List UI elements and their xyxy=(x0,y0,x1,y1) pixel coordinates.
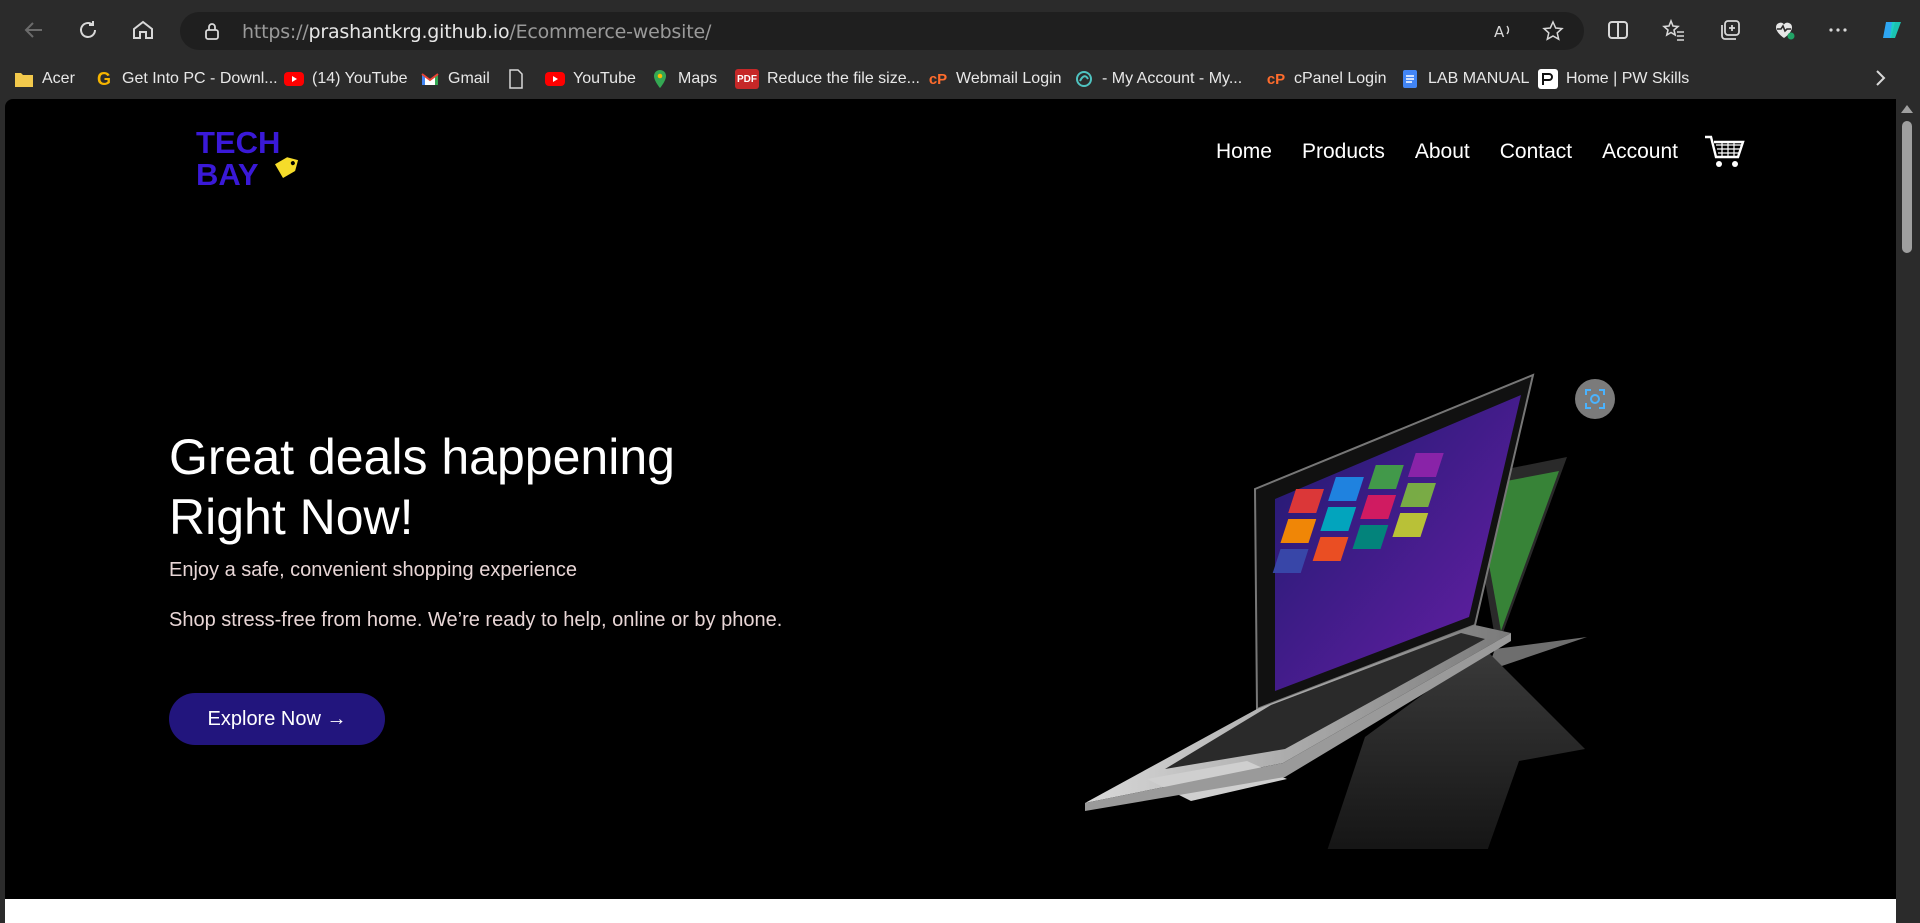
favorites-button[interactable] xyxy=(1656,12,1692,48)
bookmark-lab-manual[interactable]: LAB MANUAL xyxy=(1400,66,1529,92)
nav-contact[interactable]: Contact xyxy=(1500,140,1572,164)
bookmark-page[interactable] xyxy=(506,66,534,92)
bookmark-label: Webmail Login xyxy=(956,70,1062,87)
home-icon xyxy=(133,20,153,39)
url-text[interactable]: https://prashantkrg.github.io/Ecommerce-… xyxy=(242,21,711,43)
split-screen-button[interactable] xyxy=(1600,12,1636,48)
hero-title: Great deals happening Right Now! xyxy=(169,427,869,547)
visual-search-icon xyxy=(1585,389,1605,409)
copilot-icon xyxy=(1883,22,1901,38)
url-host: prashantkrg.github.io xyxy=(308,21,510,43)
bookmark-label: cPanel Login xyxy=(1294,70,1387,87)
maps-icon xyxy=(650,69,670,89)
lock-icon[interactable] xyxy=(202,21,222,41)
back-button[interactable] xyxy=(16,12,52,48)
account-icon xyxy=(1074,69,1094,89)
hero-subtitle: Enjoy a safe, convenient shopping experi… xyxy=(169,559,578,581)
collections-icon xyxy=(1721,20,1740,40)
bookmark-label: Maps xyxy=(678,70,718,87)
nav-home[interactable]: Home xyxy=(1216,140,1272,164)
bookmark-youtube[interactable]: YouTube xyxy=(545,66,636,92)
refresh-button[interactable] xyxy=(70,12,106,48)
favorites-list-icon xyxy=(1662,18,1684,41)
scroll-up-icon[interactable] xyxy=(1901,105,1913,113)
nav-about[interactable]: About xyxy=(1415,140,1470,164)
split-screen-icon xyxy=(1608,21,1628,39)
explore-now-button[interactable]: Explore Now → xyxy=(169,693,385,745)
bookmark-label: LAB MANUAL xyxy=(1428,70,1530,87)
scroll-thumb[interactable] xyxy=(1902,121,1912,253)
hero-title-line1: Great deals happening xyxy=(169,429,675,485)
nav-account[interactable]: Account xyxy=(1602,140,1678,164)
bookmark-pw-skills[interactable]: Home | PW Skills xyxy=(1538,66,1689,92)
chevron-right-icon[interactable] xyxy=(1868,66,1892,90)
cpanel-icon: cP xyxy=(1266,70,1286,88)
logo-line2: BAY xyxy=(196,157,259,192)
pdf-icon: PDF xyxy=(735,69,759,89)
hero-description: Shop stress-free from home. We’re ready … xyxy=(169,609,783,631)
read-aloud-icon[interactable]: A xyxy=(1492,20,1514,42)
visual-search-button[interactable] xyxy=(1575,379,1615,419)
browser-toolbar: https://prashantkrg.github.io/Ecommerce-… xyxy=(0,0,1920,62)
heart-pulse-icon xyxy=(1776,22,1795,40)
youtube-icon xyxy=(284,69,304,89)
main-nav: Home Products About Contact Account xyxy=(1186,133,1746,171)
more-dots-icon xyxy=(1829,28,1847,32)
site-logo[interactable]: TECH BAY xyxy=(192,123,302,193)
bookmark-label: Gmail xyxy=(448,70,490,87)
bookmark-label: (14) YouTube xyxy=(312,70,408,87)
collections-button[interactable] xyxy=(1712,12,1748,48)
favorite-star-icon[interactable] xyxy=(1542,20,1564,42)
browser-essentials-button[interactable] xyxy=(1766,12,1802,48)
bookmark-acer[interactable]: Acer xyxy=(14,66,75,92)
next-section-edge xyxy=(5,899,1896,923)
bookmark-label: Reduce the file size... xyxy=(767,70,920,87)
bookmark-label: Get Into PC - Downl... xyxy=(122,70,278,87)
bookmark-get-into-pc[interactable]: G Get Into PC - Downl... xyxy=(94,66,278,92)
home-button[interactable] xyxy=(125,12,161,48)
cpanel-icon: cP xyxy=(928,70,948,88)
youtube-icon xyxy=(545,69,565,89)
settings-more-button[interactable] xyxy=(1820,12,1856,48)
copilot-button[interactable] xyxy=(1874,12,1910,48)
cart-icon[interactable] xyxy=(1704,133,1746,171)
folder-icon xyxy=(14,69,34,89)
bookmark-label: - My Account - My... xyxy=(1102,70,1243,87)
hero-title-line2: Right Now! xyxy=(169,489,414,545)
bookmark-youtube-14[interactable]: (14) YouTube xyxy=(284,66,407,92)
bookmark-label: Acer xyxy=(42,70,75,87)
nav-products[interactable]: Products xyxy=(1302,140,1385,164)
page-scrollbar[interactable] xyxy=(1896,99,1920,923)
bookmark-gmail[interactable]: Gmail xyxy=(420,66,490,92)
laptop-hero-image xyxy=(1085,373,1587,849)
browser-window: https://prashantkrg.github.io/Ecommerce-… xyxy=(0,0,1920,923)
page-viewport: TECH BAY Home Products About Contact Acc… xyxy=(5,99,1896,923)
svg-text:A: A xyxy=(1494,23,1505,41)
bookmark-cpanel-login[interactable]: cP cPanel Login xyxy=(1266,66,1387,92)
g-icon: G xyxy=(96,68,111,89)
bookmark-label: Home | PW Skills xyxy=(1566,70,1690,87)
pwskills-icon xyxy=(1538,69,1558,89)
gmail-icon xyxy=(420,69,440,89)
address-bar[interactable]: https://prashantkrg.github.io/Ecommerce-… xyxy=(180,12,1584,50)
url-prefix: https:// xyxy=(242,21,309,43)
page-icon xyxy=(506,69,526,89)
docs-icon xyxy=(1400,69,1420,89)
back-arrow-icon xyxy=(24,22,42,38)
bookmarks-bar: Acer G Get Into PC - Downl... (14) YouTu… xyxy=(0,62,1920,96)
bookmark-maps[interactable]: Maps xyxy=(650,66,717,92)
url-path: /Ecommerce-website/ xyxy=(509,21,712,43)
bookmark-label: YouTube xyxy=(573,70,636,87)
bookmark-my-account[interactable]: - My Account - My... xyxy=(1074,66,1242,92)
bookmark-webmail-login[interactable]: cP Webmail Login xyxy=(928,66,1062,92)
bookmark-reduce-pdf[interactable]: PDF Reduce the file size... xyxy=(735,66,920,92)
refresh-icon xyxy=(80,21,96,38)
logo-line1: TECH xyxy=(196,125,280,160)
